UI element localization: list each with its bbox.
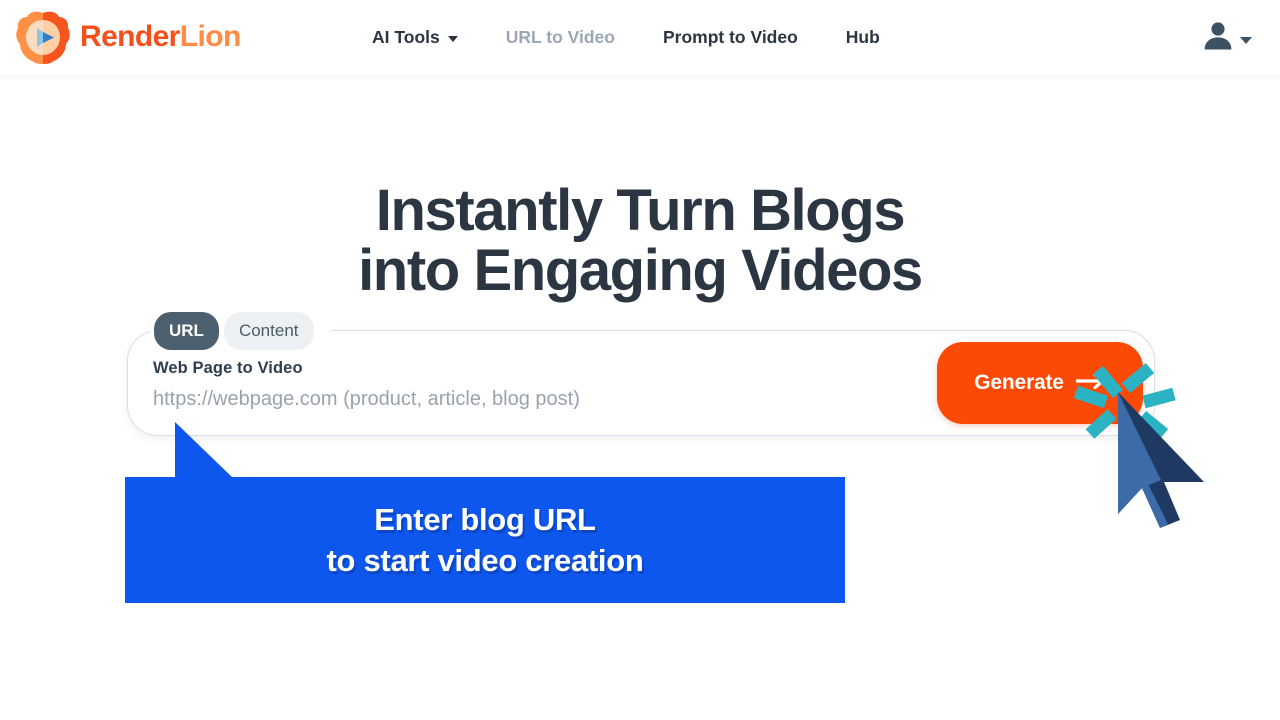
lion-play-logo-icon bbox=[14, 9, 72, 67]
account-menu[interactable] bbox=[1201, 0, 1252, 75]
headline-line-2: into Engaging Videos bbox=[358, 238, 923, 304]
callout-banner: Enter blog URL to start video creation bbox=[125, 477, 845, 603]
chevron-down-icon bbox=[447, 36, 458, 42]
brand-word-lion: Lion bbox=[179, 19, 242, 53]
page-title: Instantly Turn Blogs into Engaging Video… bbox=[0, 177, 1280, 304]
site-header: RenderLion AI Tools URL to Video Prompt … bbox=[0, 0, 1280, 75]
generate-button-label: Generate bbox=[974, 371, 1064, 394]
headline-line-1: Instantly Turn Blogs bbox=[375, 177, 906, 243]
tab-content[interactable]: Content bbox=[223, 312, 314, 350]
brand-logo[interactable]: RenderLion bbox=[14, 9, 241, 67]
main-navigation: AI Tools URL to Video Prompt to Video Hu… bbox=[372, 0, 880, 75]
brand-word-render: Render bbox=[80, 19, 180, 53]
generate-button[interactable]: Generate bbox=[937, 342, 1143, 424]
chevron-down-icon bbox=[1240, 37, 1252, 44]
url-field-label: Web Page to Video bbox=[153, 359, 303, 377]
url-input[interactable]: https://webpage.com (product, article, b… bbox=[153, 389, 580, 409]
callout-line-1: Enter blog URL bbox=[374, 501, 596, 537]
nav-item-label: Prompt to Video bbox=[662, 27, 798, 47]
nav-item-ai-tools[interactable]: AI Tools bbox=[372, 27, 458, 48]
tab-url[interactable]: URL bbox=[154, 312, 219, 350]
arrow-right-icon bbox=[1075, 372, 1106, 396]
input-mode-tabs: URL Content bbox=[154, 312, 314, 350]
nav-item-label: Hub bbox=[845, 27, 880, 47]
nav-item-url-to-video[interactable]: URL to Video bbox=[506, 27, 615, 48]
brand-wordmark: RenderLion bbox=[80, 19, 242, 55]
callout-line-2: to start video creation bbox=[326, 543, 644, 578]
url-input-card: URL Content Web Page to Video https://we… bbox=[127, 312, 1155, 436]
nav-item-label: URL to Video bbox=[505, 27, 615, 47]
callout-text: Enter blog URL to start video creation bbox=[327, 499, 644, 581]
nav-item-hub[interactable]: Hub bbox=[846, 27, 880, 48]
url-field-group: Web Page to Video https://webpage.com (p… bbox=[153, 360, 580, 409]
nav-item-prompt-to-video[interactable]: Prompt to Video bbox=[663, 27, 798, 48]
nav-item-label: AI Tools bbox=[372, 27, 440, 47]
user-avatar-icon bbox=[1201, 18, 1235, 57]
callout-tail bbox=[175, 422, 233, 478]
